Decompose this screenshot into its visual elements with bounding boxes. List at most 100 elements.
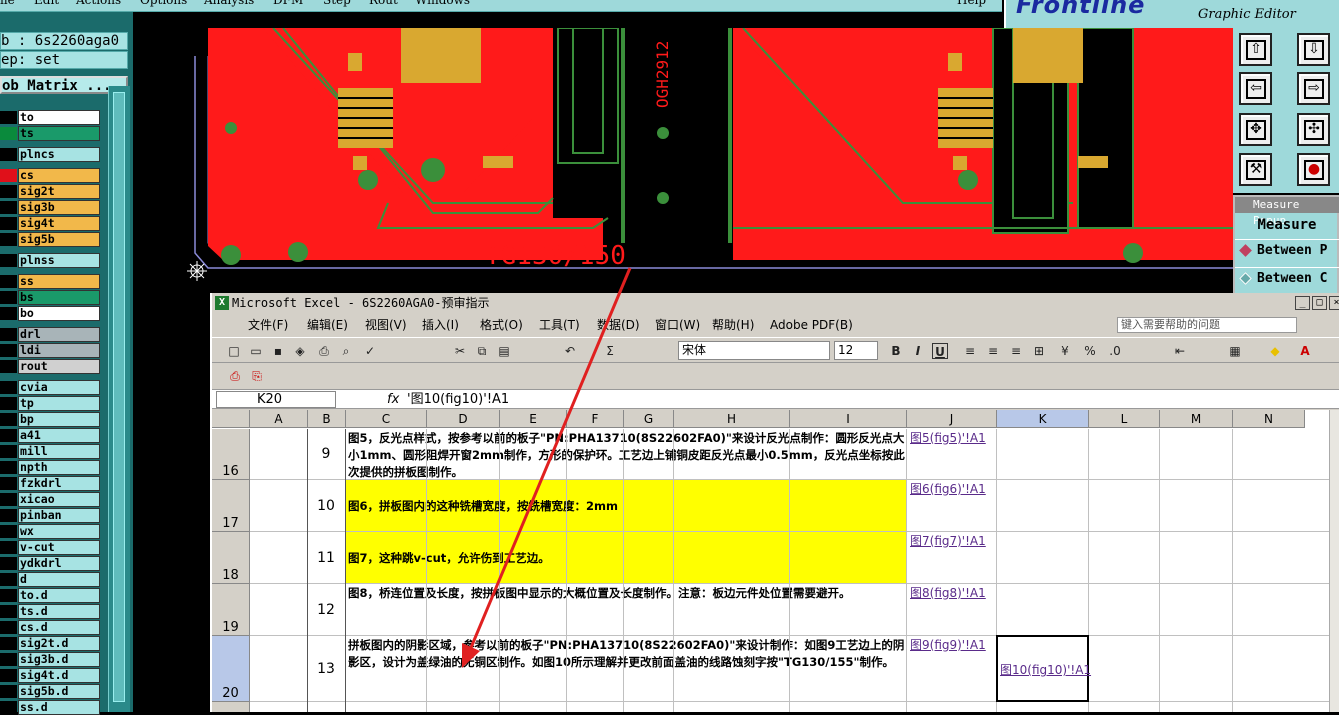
layer-row[interactable]: cs.d (0, 620, 103, 635)
layer-name[interactable]: sig4t.d (18, 668, 100, 683)
layer-name[interactable]: fzkdrl (18, 476, 100, 491)
sum-icon[interactable]: Σ (602, 343, 618, 359)
layer-name[interactable]: ss (18, 274, 100, 289)
layer-color-swatch[interactable] (0, 605, 17, 618)
measure-between-points[interactable]: Between P (1235, 239, 1339, 261)
layer-color-swatch[interactable] (0, 557, 17, 570)
print-icon[interactable]: ⎙ (316, 343, 332, 359)
description-cell[interactable]: 拼板图内的阴影区域，参考以前的板子"PN:PHA13710(8S22602FA0… (346, 636, 907, 702)
layer-row[interactable]: cs (0, 168, 103, 183)
zoom-fit-button[interactable]: ✥ (1239, 113, 1272, 146)
spell-icon[interactable]: ✓ (362, 343, 378, 359)
align-left-icon[interactable]: ≡ (962, 343, 978, 359)
layer-row[interactable]: sig3b (0, 200, 103, 215)
layer-row[interactable]: sig5b (0, 232, 103, 247)
layer-row[interactable]: plnss (0, 253, 103, 268)
description-cell[interactable]: 图6，拼板图内的这种铣槽宽度，按铣槽宽度：2mm (346, 480, 907, 532)
layer-row[interactable]: xicao (0, 492, 103, 507)
layer-color-swatch[interactable] (0, 275, 17, 288)
menu-item[interactable]: Analysis (204, 0, 254, 6)
excel-menu-item[interactable]: 插入(I) (422, 315, 459, 335)
layer-name[interactable]: sig4t (18, 216, 100, 231)
layer-name[interactable]: rout (18, 359, 100, 374)
layer-row[interactable]: plncs (0, 147, 103, 162)
measure-tool-button[interactable]: ● (1297, 153, 1330, 186)
layer-color-swatch[interactable] (0, 217, 17, 230)
pcb-canvas[interactable]: OGH2912 TG130/150 (133, 28, 1233, 293)
excel-menu-item[interactable]: 文件(F) (248, 315, 288, 335)
font-select[interactable]: 宋体 (678, 341, 830, 360)
layer-scrollbar[interactable] (108, 86, 130, 712)
description-cell[interactable]: 图5，反光点样式，按参考以前的板子"PN:PHA13710(8S22602FA0… (346, 429, 907, 480)
menu-item[interactable]: Rout (369, 0, 398, 6)
layer-color-swatch[interactable] (0, 201, 17, 214)
layer-row[interactable]: ts (0, 126, 103, 141)
menu-item[interactable]: Help (957, 0, 986, 6)
column-header[interactable]: M (1160, 410, 1233, 428)
layer-color-swatch[interactable] (0, 589, 17, 602)
layer-row[interactable]: sig2t.d (0, 636, 103, 651)
layer-row[interactable]: drl (0, 327, 103, 342)
layer-color-swatch[interactable] (0, 381, 17, 394)
active-cell[interactable]: 图10(fig10)'!A1 (996, 635, 1091, 702)
layer-row[interactable]: ss (0, 274, 103, 289)
excel-titlebar[interactable]: X Microsoft Excel - 6S2260AGA0-预审指示 _ □ … (212, 293, 1339, 313)
row-header[interactable]: 20 (212, 636, 250, 702)
layer-row[interactable]: ts.d (0, 604, 103, 619)
layer-row[interactable]: bp (0, 412, 103, 427)
layer-row[interactable]: v-cut (0, 540, 103, 555)
layer-color-swatch[interactable] (0, 127, 17, 140)
column-header[interactable]: N (1233, 410, 1305, 428)
hyperlink-cell[interactable]: 图5(fig5)'!A1 (909, 429, 995, 480)
pan-down-button[interactable]: ⇩ (1297, 33, 1330, 66)
excel-menu-item[interactable]: 窗口(W) (655, 315, 700, 335)
layer-row[interactable]: bs (0, 290, 103, 305)
fontcolor-icon[interactable]: A (1297, 343, 1313, 359)
indent-icon[interactable]: ⇤ (1172, 343, 1188, 359)
layer-row[interactable]: sig3b.d (0, 652, 103, 667)
fx-icon[interactable]: fx (387, 391, 401, 408)
layer-color-swatch[interactable] (0, 233, 17, 246)
measure-between-centers[interactable]: Between C (1235, 267, 1339, 289)
layer-name[interactable]: plnss (18, 253, 100, 268)
layer-name[interactable]: v-cut (18, 540, 100, 555)
layer-name[interactable]: ts (18, 126, 100, 141)
excel-menu-item[interactable]: 帮助(H) (712, 315, 754, 335)
bold-icon[interactable]: B (888, 343, 904, 359)
layer-color-swatch[interactable] (0, 291, 17, 304)
layer-name[interactable]: sig2t (18, 184, 100, 199)
description-cell[interactable]: 图8，桥连位置及长度，按拼板图中显示的大概位置及长度制作。注意：板边元件处位置需… (346, 584, 907, 636)
column-header[interactable]: A (250, 410, 308, 428)
preview-icon[interactable]: ⌕ (338, 343, 354, 359)
layer-row[interactable]: sig2t (0, 184, 103, 199)
layer-color-swatch[interactable] (0, 685, 17, 698)
open-icon[interactable]: ▭ (248, 343, 264, 359)
layer-color-swatch[interactable] (0, 509, 17, 522)
layer-color-swatch[interactable] (0, 413, 17, 426)
excel-menu-item[interactable]: Adobe PDF(B) (770, 315, 853, 335)
layer-name[interactable]: cvia (18, 380, 100, 395)
layer-color-swatch[interactable] (0, 328, 17, 341)
column-header[interactable]: K (997, 410, 1089, 428)
currency-icon[interactable]: ¥ (1057, 343, 1073, 359)
layer-color-swatch[interactable] (0, 525, 17, 538)
undo-icon[interactable]: ↶ (562, 343, 578, 359)
layer-row[interactable]: sig4t (0, 216, 103, 231)
border-icon[interactable]: ▦ (1227, 343, 1243, 359)
cut-icon[interactable]: ✂ (452, 343, 468, 359)
layer-row[interactable]: fzkdrl (0, 476, 103, 491)
excel-menu-item[interactable]: 工具(T) (539, 315, 580, 335)
permission-icon[interactable]: ◈ (292, 343, 308, 359)
menu-item[interactable]: DFM (273, 0, 303, 6)
layer-name[interactable]: ts.d (18, 604, 100, 619)
layer-name[interactable]: to (18, 110, 100, 125)
layer-name[interactable]: d (18, 572, 100, 587)
name-box[interactable]: K20 (216, 391, 336, 408)
layer-color-swatch[interactable] (0, 701, 17, 714)
excel-menu-item[interactable]: 数据(D) (597, 315, 640, 335)
column-header[interactable]: G (624, 410, 674, 428)
measure-popup-titlebar[interactable]: Measure Popup (1235, 197, 1339, 227)
layer-row[interactable]: bo (0, 306, 103, 321)
row-header[interactable]: 18 (212, 532, 250, 584)
layer-name[interactable]: bp (18, 412, 100, 427)
